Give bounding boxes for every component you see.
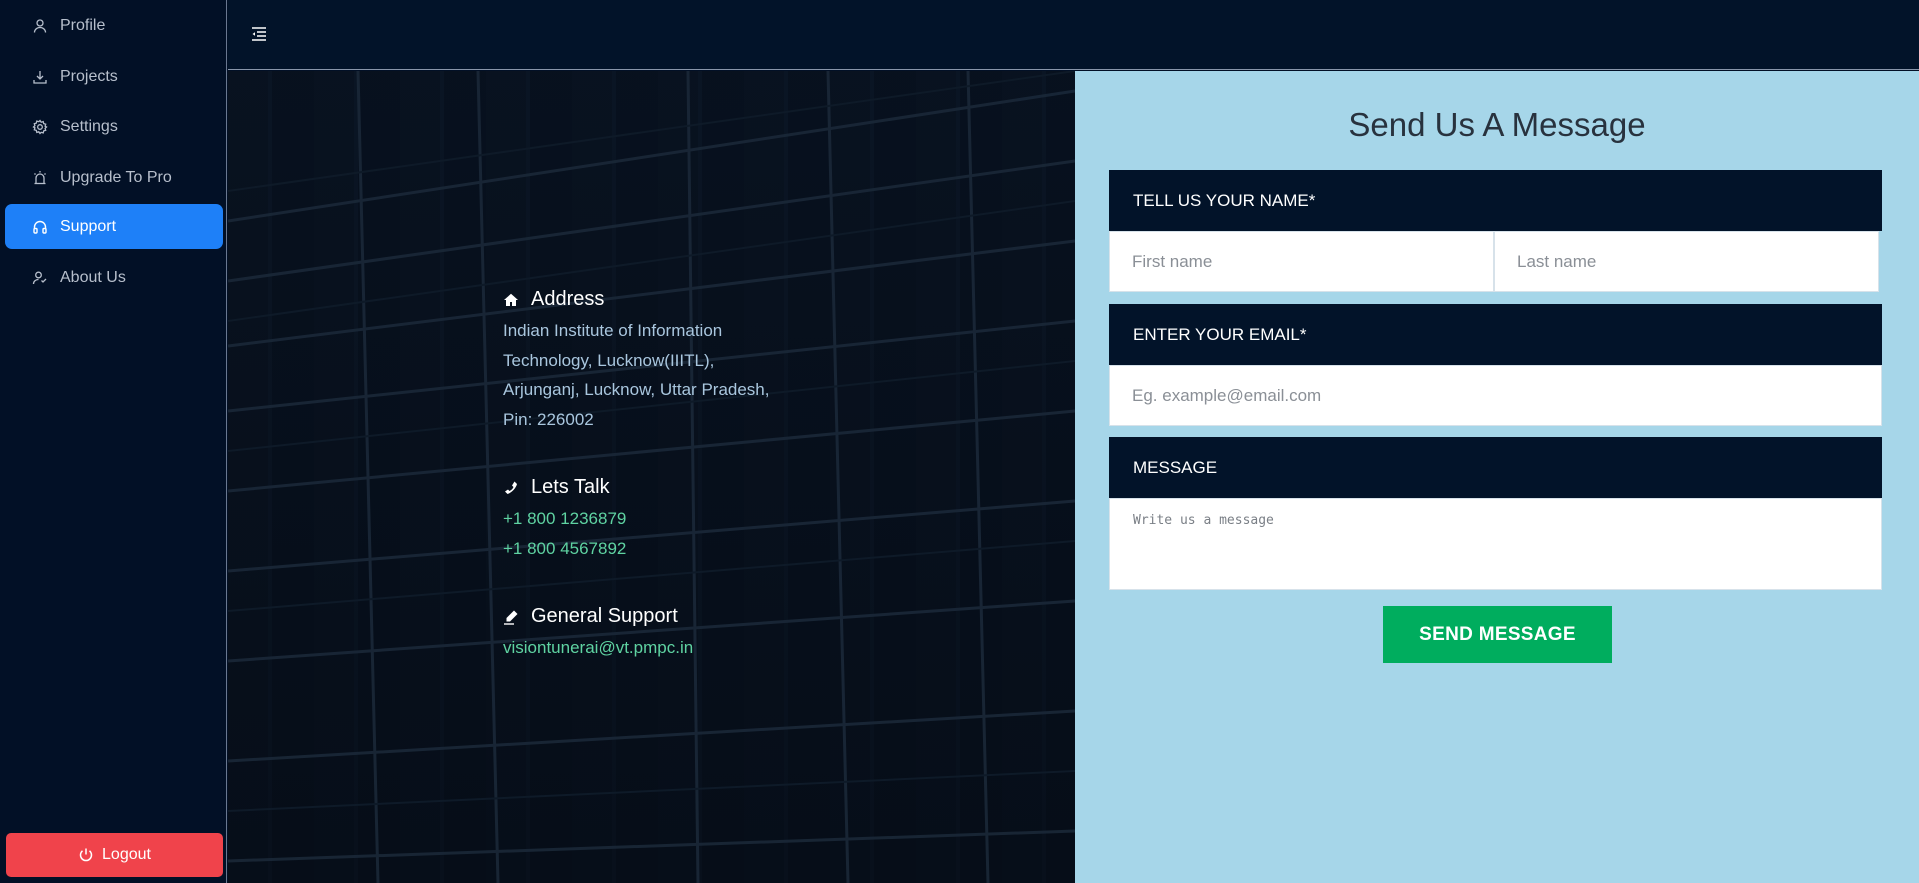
sidebar-item-profile[interactable]: Profile (5, 3, 223, 48)
name-field-label: TELL US YOUR NAME* (1109, 170, 1882, 231)
address-line: Arjunganj, Lucknow, Uttar Pradesh, (503, 380, 770, 399)
home-icon (503, 292, 519, 308)
alarm-icon (32, 170, 48, 186)
first-name-input[interactable] (1109, 231, 1494, 292)
lets-talk-block: Lets Talk +1 800 1236879 +1 800 4567892 (503, 476, 626, 563)
message-textarea[interactable] (1109, 498, 1882, 590)
email-field-label: ENTER YOUR EMAIL* (1109, 304, 1882, 365)
sidebar-item-label: Settings (60, 117, 118, 135)
email-input[interactable] (1109, 365, 1882, 426)
phone-link[interactable]: +1 800 4567892 (503, 534, 626, 564)
lets-talk-title: Lets Talk (531, 476, 610, 498)
logout-label: Logout (102, 846, 151, 863)
power-icon (78, 847, 94, 863)
gear-icon (32, 118, 48, 135)
contact-info-panel: Address Indian Institute of Information … (228, 71, 1075, 883)
address-block: Address Indian Institute of Information … (503, 288, 769, 434)
address-line: Pin: 226002 (503, 409, 594, 429)
address-title: Address (531, 288, 605, 310)
users-icon (32, 270, 48, 286)
sidebar-item-about[interactable]: About Us (5, 255, 223, 300)
message-form-panel: Send Us A Message TELL US YOUR NAME* ENT… (1075, 71, 1919, 883)
sidebar-item-label: Support (60, 217, 117, 235)
user-icon (32, 18, 48, 34)
logout-button[interactable]: Logout (6, 833, 223, 877)
general-support-title: General Support (531, 605, 678, 627)
building-background-image (228, 71, 1075, 883)
general-support-block: General Support visiontunerai@vt.pmpc.in (503, 605, 693, 663)
last-name-input[interactable] (1494, 231, 1879, 292)
topbar (228, 0, 1919, 70)
pen-icon (503, 609, 519, 625)
sidebar: Profile Projects Settings Upgrade To Pro… (0, 0, 227, 883)
headphones-icon (32, 219, 48, 235)
sidebar-item-label: Profile (60, 16, 106, 34)
sidebar-item-label: Projects (60, 67, 118, 85)
phone-icon (503, 480, 519, 496)
phone-link[interactable]: +1 800 1236879 (503, 504, 626, 534)
message-field-label: MESSAGE (1109, 437, 1882, 498)
address-line: Indian Institute of Information (503, 321, 723, 340)
menu-indent-icon[interactable] (250, 25, 268, 43)
form-title: Send Us A Message (1348, 106, 1646, 143)
support-email-link[interactable]: visiontunerai@vt.pmpc.in (503, 633, 693, 663)
address-line: Technology, Lucknow(IIITL), (503, 350, 715, 370)
sidebar-item-settings[interactable]: Settings (5, 104, 223, 149)
sidebar-item-projects[interactable]: Projects (5, 54, 223, 99)
sidebar-item-label: About Us (60, 268, 126, 286)
sidebar-item-support[interactable]: Support (5, 204, 223, 249)
download-icon (32, 69, 48, 85)
send-message-button[interactable]: SEND MESSAGE (1383, 606, 1612, 663)
sidebar-item-upgrade[interactable]: Upgrade To Pro (5, 155, 223, 200)
sidebar-item-label: Upgrade To Pro (60, 168, 172, 186)
